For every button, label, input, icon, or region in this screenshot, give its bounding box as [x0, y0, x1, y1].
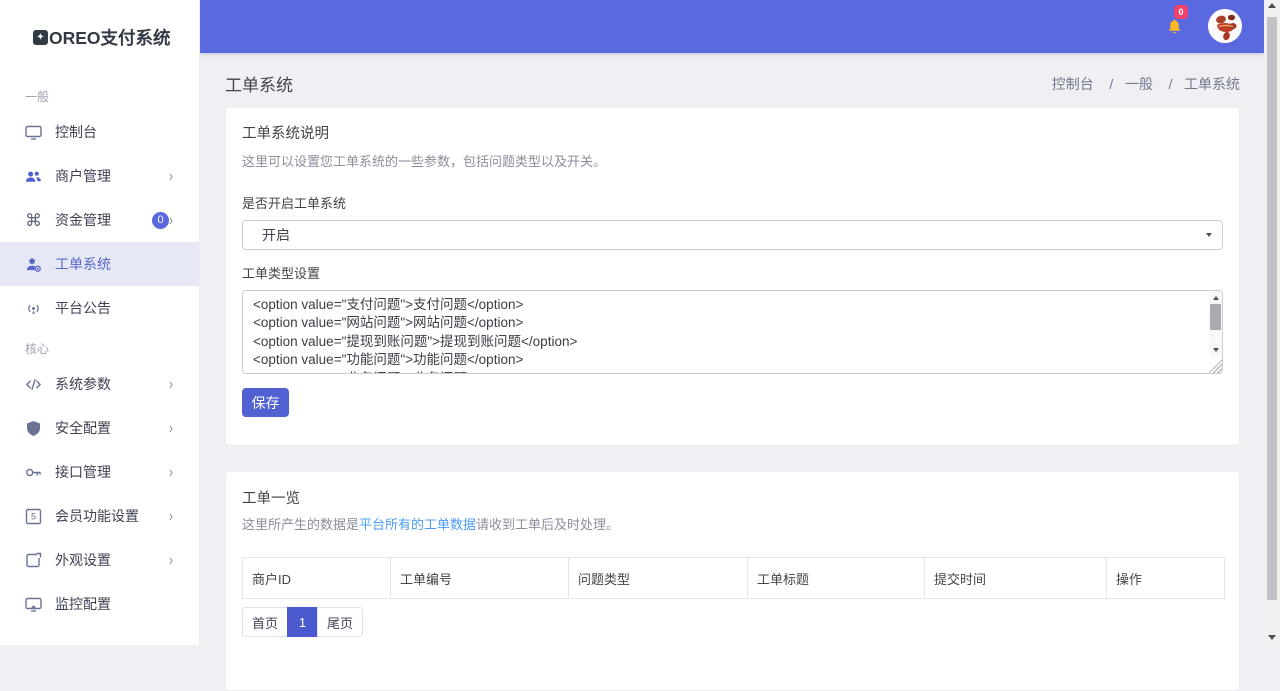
svg-text:5: 5	[31, 511, 36, 521]
